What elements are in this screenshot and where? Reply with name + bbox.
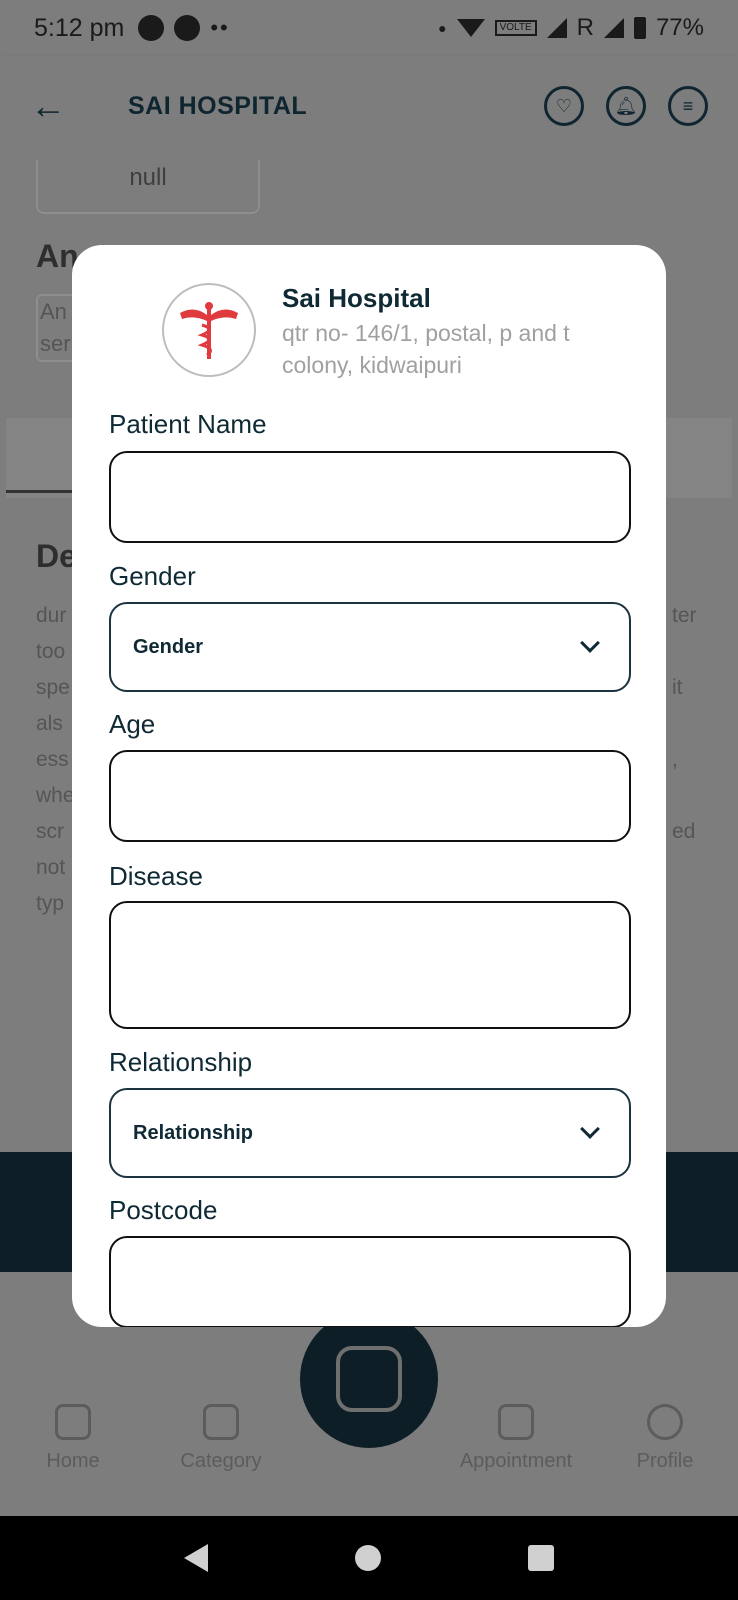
relationship-dropdown[interactable]: Relationship xyxy=(109,1088,631,1178)
disease-label: Disease xyxy=(109,861,203,891)
notification-dots: •• xyxy=(210,15,230,40)
system-home-icon[interactable] xyxy=(354,1545,381,1571)
relationship-selected-value: Relationship xyxy=(133,1121,254,1144)
system-nav-bar xyxy=(0,1516,738,1600)
bell-icon[interactable]: 🔔︎ xyxy=(606,86,646,126)
age-label: Age xyxy=(109,709,156,739)
postcode-input[interactable] xyxy=(109,1236,631,1327)
gender-selected-value: Gender xyxy=(133,635,204,658)
hospital-address: qtr no- 146/1, postal, p and t colony, k… xyxy=(282,320,570,378)
hospital-logo xyxy=(162,283,256,377)
wifi-icon xyxy=(456,19,485,37)
back-arrow-icon[interactable]: ← xyxy=(30,85,74,127)
gender-label: Gender xyxy=(109,561,196,591)
battery-level: 77% xyxy=(655,14,704,41)
call-icon xyxy=(138,15,165,41)
chevron-down-icon xyxy=(580,633,600,653)
nav-profile-label: Profile xyxy=(636,1450,694,1472)
booking-dialog: Sai Hospital qtr no- 146/1, postal, p an… xyxy=(72,245,666,1327)
battery-icon xyxy=(633,17,646,39)
page-title: SAI HOSPITAL xyxy=(128,91,308,120)
caduceus-icon xyxy=(180,302,238,359)
bg-heading-2: De xyxy=(36,538,77,574)
disease-textarea[interactable] xyxy=(109,901,631,1029)
system-recents-icon[interactable] xyxy=(528,1545,555,1571)
menu-icon[interactable]: ≡ xyxy=(668,86,708,126)
nav-profile[interactable]: Profile xyxy=(630,1404,700,1473)
volte-badge: VOLTE xyxy=(494,20,537,36)
nav-appointment-label: Appointment xyxy=(459,1450,573,1472)
age-input[interactable] xyxy=(109,750,631,842)
bg-description: dur too spe als ess whe scr not typ xyxy=(36,604,75,915)
status-time: 5:12 pm xyxy=(34,13,125,42)
category-grid-icon xyxy=(203,1404,239,1440)
hospital-name: Sai Hospital xyxy=(282,283,431,313)
bg-tab-indicator xyxy=(6,490,76,493)
status-bar: 5:12 pm •• ● VOLTE R 77% xyxy=(0,0,738,56)
home-icon xyxy=(55,1404,91,1440)
chevron-down-icon xyxy=(580,1119,600,1139)
nav-home-label: Home xyxy=(46,1450,100,1472)
profile-icon xyxy=(647,1404,683,1440)
cursor-tap-icon xyxy=(336,1346,402,1412)
patient-name-label: Patient Name xyxy=(109,409,267,439)
gender-dropdown[interactable]: Gender xyxy=(109,602,631,692)
roaming-indicator: R xyxy=(576,14,594,41)
calendar-icon xyxy=(498,1404,534,1440)
heart-icon[interactable]: ♡ xyxy=(544,86,584,126)
patient-name-input[interactable] xyxy=(109,451,631,543)
fab-button[interactable] xyxy=(300,1310,438,1448)
dot-icon: ● xyxy=(438,20,447,36)
nav-category[interactable]: Category xyxy=(176,1404,266,1473)
bg-value-box: null xyxy=(36,160,260,214)
relationship-label: Relationship xyxy=(109,1047,253,1077)
system-back-icon[interactable] xyxy=(183,1544,208,1572)
bg-description-right: ter it , ed xyxy=(672,604,697,843)
nav-home[interactable]: Home xyxy=(40,1404,106,1473)
nav-appointment[interactable]: Appointment xyxy=(452,1404,580,1473)
signal-icon xyxy=(546,18,567,38)
headset-icon xyxy=(174,15,201,41)
signal-icon-2 xyxy=(603,18,624,38)
app-bar: ← SAI HOSPITAL ♡ 🔔︎ ≡ xyxy=(0,56,738,156)
postcode-label: Postcode xyxy=(109,1195,218,1225)
nav-category-label: Category xyxy=(180,1450,262,1472)
